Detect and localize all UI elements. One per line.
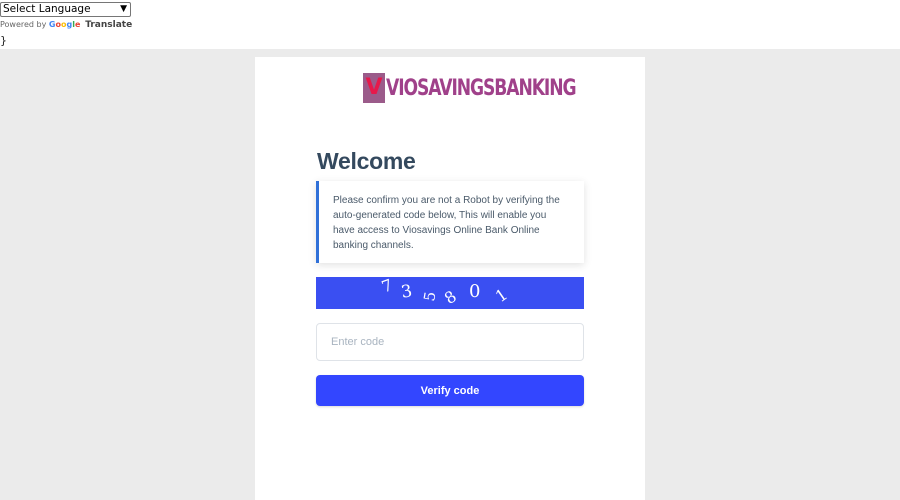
translate-bar: Select Language ▼ Powered by Google Tran… bbox=[0, 0, 900, 49]
captcha-char: 7 bbox=[379, 277, 395, 297]
captcha-image: 7 3 5 8 0 1 bbox=[316, 277, 584, 309]
brand-name: VIOSAVINGSBANKING bbox=[386, 75, 577, 101]
google-logo: Google bbox=[48, 20, 81, 29]
captcha-char: 1 bbox=[492, 285, 511, 306]
captcha-char: 5 bbox=[420, 290, 439, 303]
language-select-value: Select Language bbox=[3, 3, 91, 15]
page-title: Welcome bbox=[317, 148, 416, 174]
stray-text: } bbox=[0, 34, 7, 47]
captcha-char: 3 bbox=[400, 281, 414, 303]
language-select[interactable]: Select Language ▼ bbox=[0, 2, 131, 17]
captcha-char: 8 bbox=[441, 287, 460, 308]
verify-code-button[interactable]: Verify code bbox=[316, 375, 584, 406]
powered-by-google: Powered by Google Translate bbox=[0, 20, 132, 30]
robot-notice: Please confirm you are not a Robot by ve… bbox=[316, 181, 584, 263]
chevron-down-icon: ▼ bbox=[120, 4, 127, 14]
code-input[interactable] bbox=[316, 323, 584, 361]
brand-logo[interactable]: V VIOSAVINGSBANKING bbox=[363, 72, 629, 104]
captcha-char: 0 bbox=[469, 281, 480, 302]
brand-logo-icon: V bbox=[363, 73, 385, 103]
powered-by-label: Powered by bbox=[0, 20, 47, 29]
translate-link[interactable]: Translate bbox=[85, 20, 132, 30]
